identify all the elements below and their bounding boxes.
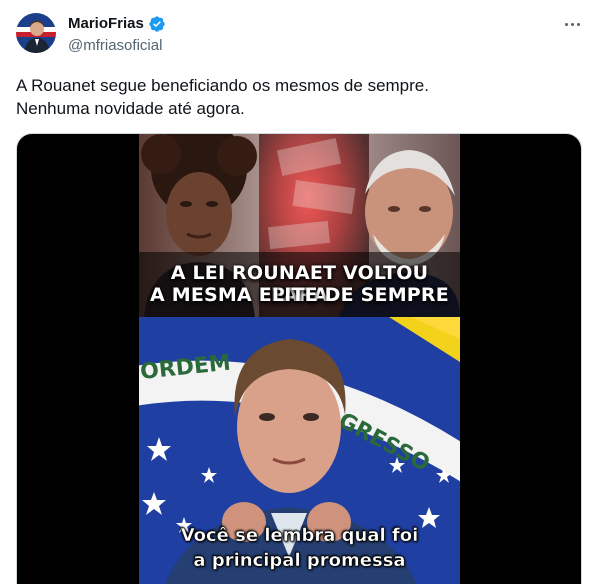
tweet-text: A Rouanet segue beneficiando os mesmos d…: [16, 74, 576, 120]
video-player[interactable]: A LEI ROUNAET VOLTOU PARA A MESMA ELITE …: [16, 133, 582, 584]
tweet-text-line: Nenhuma novidade até agora.: [16, 99, 245, 118]
avatar[interactable]: [16, 13, 56, 53]
more-icon[interactable]: [558, 12, 586, 36]
video-frame: A LEI ROUNAET VOLTOU PARA A MESMA ELITE …: [139, 134, 460, 584]
tweet-text-line: A Rouanet segue beneficiando os mesmos d…: [16, 76, 429, 95]
author-display-name[interactable]: MarioFrias: [68, 14, 144, 34]
author-handle[interactable]: @mfriasoficial: [68, 36, 162, 56]
tweet: MarioFrias @mfriasoficial A Rouanet segu…: [0, 0, 599, 584]
author-name-row[interactable]: MarioFrias: [68, 14, 166, 34]
video-caption-line: Você se lembra qual foi: [180, 525, 419, 546]
video-caption-line: a principal promessa: [193, 550, 406, 571]
video-headline-line: A MESMA ELITE DE SEMPRE: [150, 284, 449, 306]
verified-badge-icon[interactable]: [148, 15, 166, 33]
